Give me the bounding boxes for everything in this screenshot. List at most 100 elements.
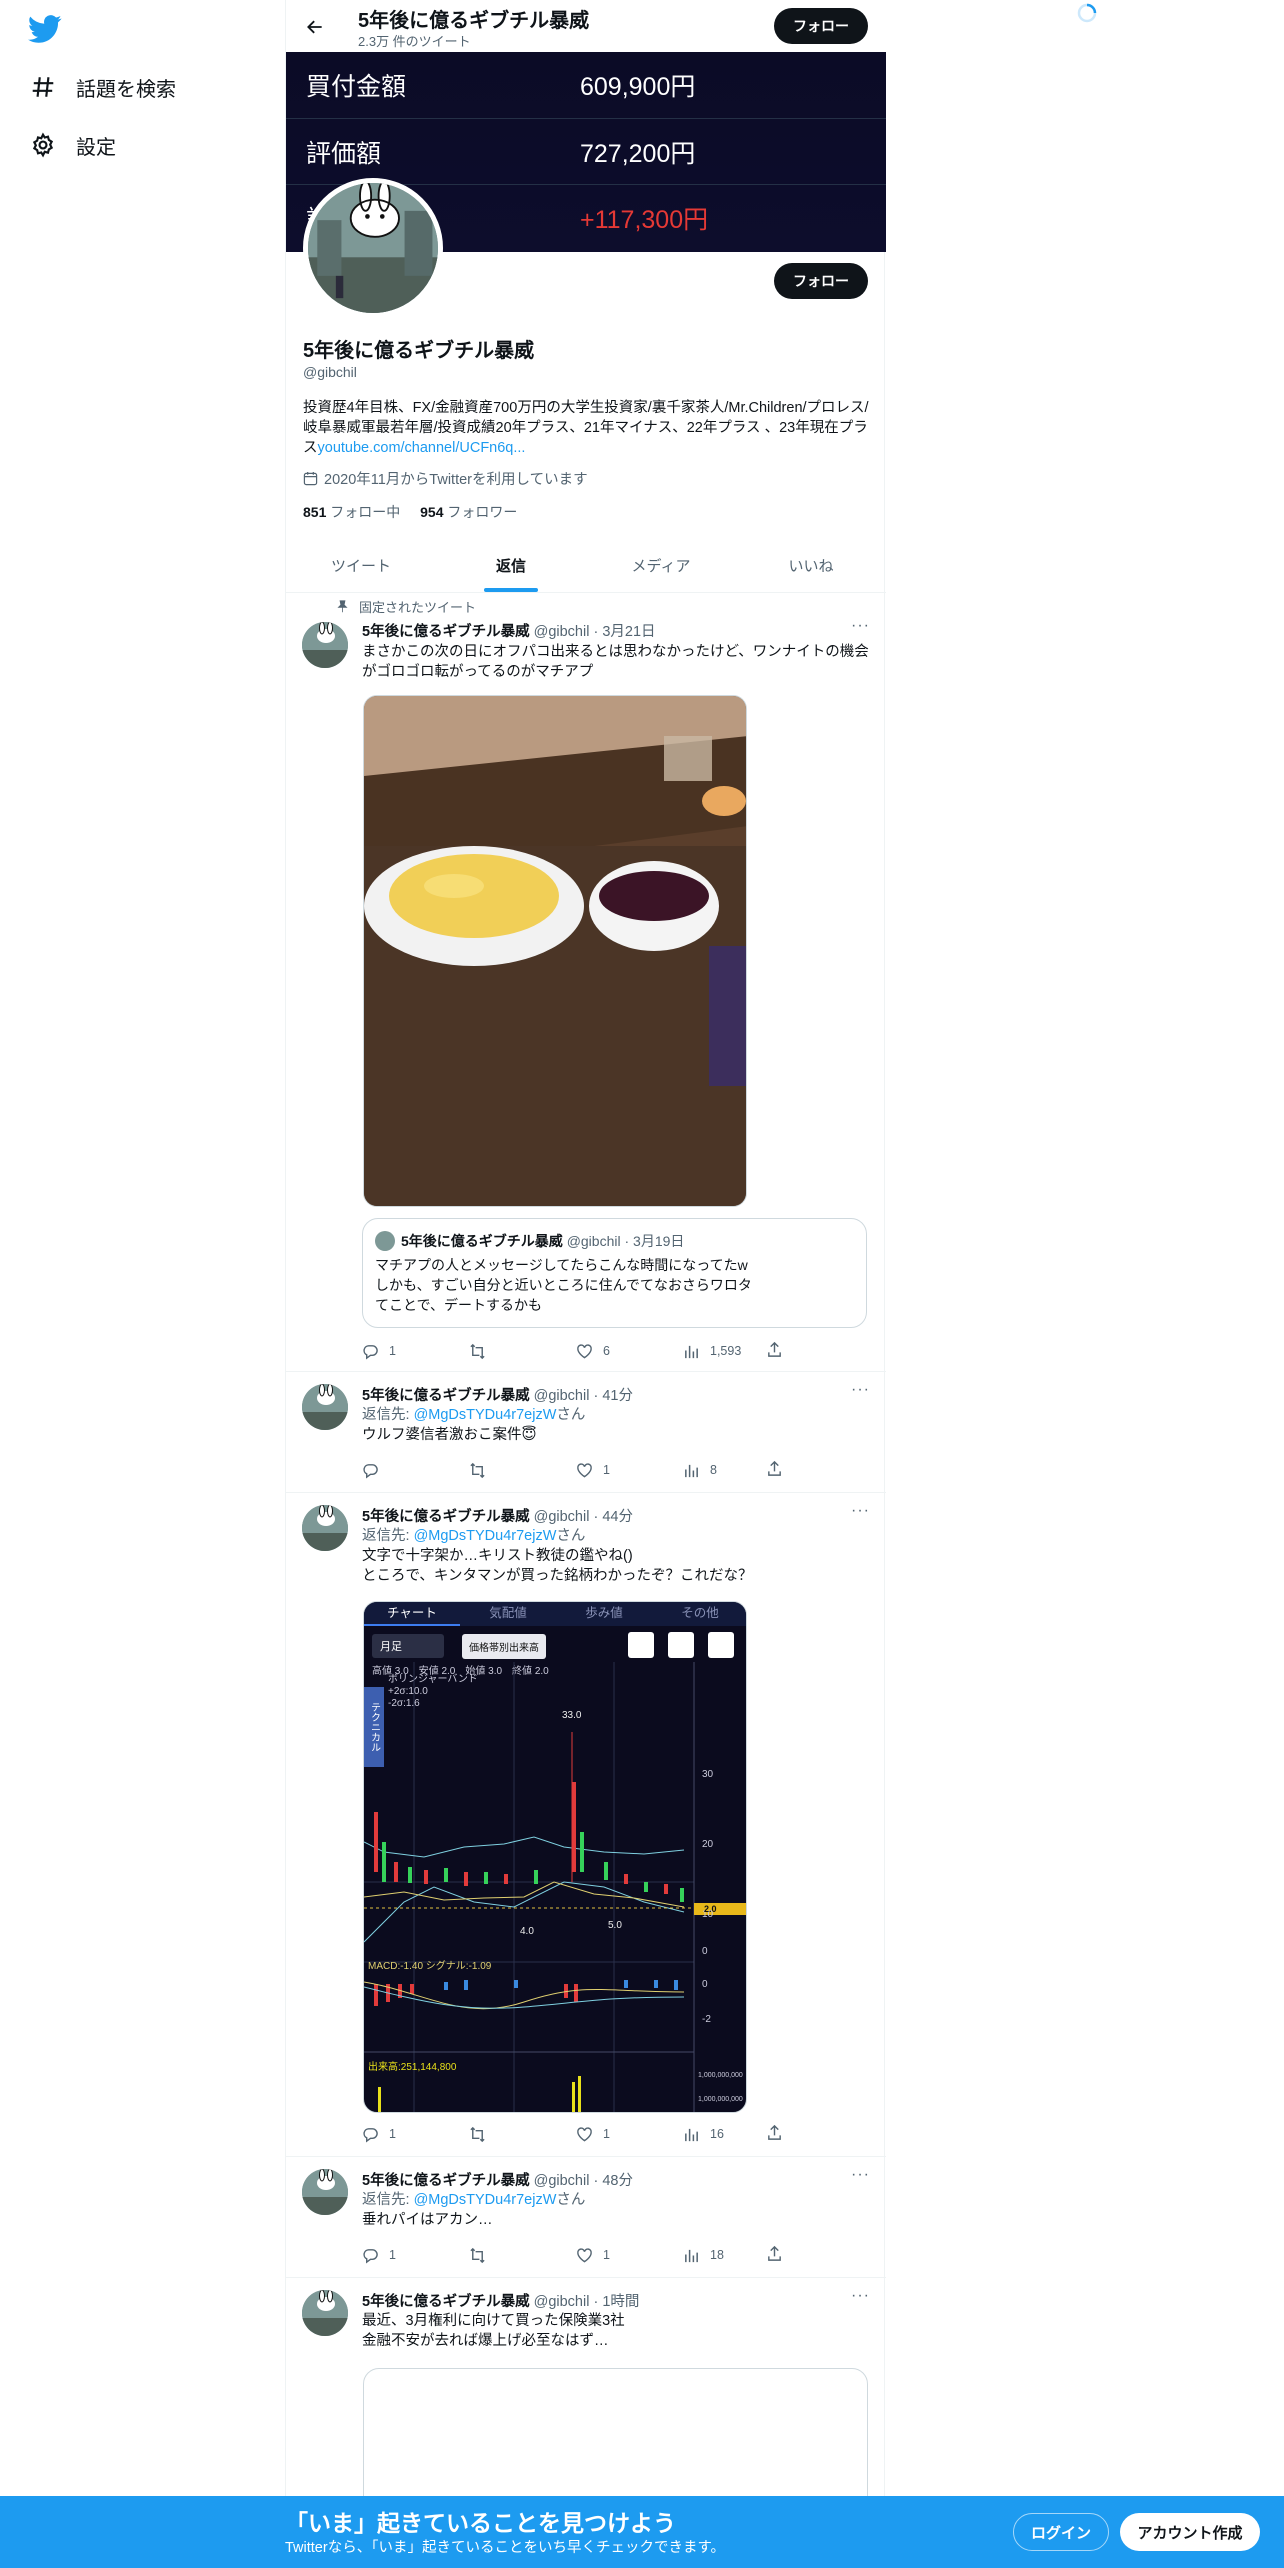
loading-spinner-icon xyxy=(1076,2,1098,24)
banner-row: 買付金額 609,900円 xyxy=(286,52,886,118)
banner-value: 727,200円 xyxy=(580,139,696,168)
profile-name: 5年後に億るギブチル暴威 xyxy=(303,340,535,362)
reply-icon xyxy=(363,2127,378,2143)
stock-chart-image[interactable]: チャート 気配値 歩み値 その他 月足 価格帯別出来高 高値 3.0 安値 2.… xyxy=(363,1601,747,2113)
followers-link[interactable]: 954 フォロワー xyxy=(420,504,517,520)
views-icon xyxy=(685,1464,698,1477)
reply-to-link[interactable]: @MgDsTYDu4r7ejzW xyxy=(414,1528,557,1544)
tweet-author-handle[interactable]: @gibchil xyxy=(534,2173,590,2189)
profile-header-bar: 5年後に億るギブチル暴威 2.3万 件のツイート フォロー xyxy=(286,0,886,52)
retweet-button[interactable] xyxy=(469,1341,576,1361)
tweet-time[interactable]: 48分 xyxy=(602,2173,633,2189)
reply-to-link[interactable]: @MgDsTYDu4r7ejzW xyxy=(414,2192,557,2208)
tweet-item[interactable]: 5年後に億るギブチル暴威 @gibchil · 44分 ··· 返信先: @Mg… xyxy=(286,1493,886,2157)
tweet-time[interactable]: 1時間 xyxy=(602,2294,639,2310)
share-icon[interactable] xyxy=(766,2124,783,2146)
tweet-header: 5年後に億るギブチル暴威 @gibchil · 1時間 xyxy=(362,2294,640,2310)
header-follow-button[interactable]: フォロー xyxy=(774,8,868,44)
more-options-icon[interactable]: ··· xyxy=(851,2287,870,2305)
tweet-actions: 1 1 16 xyxy=(362,2124,792,2144)
chart-macd-label: MACD:-1.40 シグナル:-1.09 xyxy=(368,1961,492,1972)
reply-button[interactable]: 1 xyxy=(362,2245,469,2265)
chart-macd-axis: 0 xyxy=(702,1979,708,1990)
tweet-text: 垂れパイはアカン… xyxy=(362,2212,493,2228)
tweet-time[interactable]: 41分 xyxy=(602,1388,633,1404)
tweet-avatar[interactable] xyxy=(302,1505,348,1551)
quoted-author-name: 5年後に億るギブチル暴威 xyxy=(401,1233,563,1249)
more-options-icon[interactable]: ··· xyxy=(851,2166,870,2184)
tweet-item[interactable]: 5年後に億るギブチル暴威 @gibchil · 41分 ··· 返信先: @Mg… xyxy=(286,1372,886,1493)
following-link[interactable]: 851 フォロー中 xyxy=(303,504,400,520)
retweet-button[interactable] xyxy=(469,2245,576,2265)
share-icon[interactable] xyxy=(766,1341,783,1363)
profile-tabs: ツイート 返信 メディア いいね xyxy=(286,538,886,593)
header-name: 5年後に億るギブチル暴威 xyxy=(358,10,590,32)
chart-tab: チャート xyxy=(364,1602,460,1626)
tweet-photo[interactable] xyxy=(363,695,747,1207)
pinned-indicator: 固定されたツイート xyxy=(336,597,476,616)
more-options-icon[interactable]: ··· xyxy=(851,1381,870,1399)
chart-low-label: 5.0 xyxy=(608,1920,622,1931)
quoted-tweet[interactable]: 5年後に億るギブチル暴威 @gibchil · 3月19日 マチアプの人とメッセ… xyxy=(362,1218,867,1328)
login-button[interactable]: ログイン xyxy=(1013,2513,1109,2551)
retweet-button[interactable] xyxy=(469,2124,576,2144)
tweet-author-handle[interactable]: @gibchil xyxy=(534,2294,590,2310)
following-label: フォロー中 xyxy=(330,504,401,520)
signup-banner-title: 「いま」起きていることを見つけよう xyxy=(285,2510,676,2536)
tweet-author-handle[interactable]: @gibchil xyxy=(534,1388,590,1404)
profile-avatar[interactable] xyxy=(303,178,443,318)
reply-to-link[interactable]: @MgDsTYDu4r7ejzW xyxy=(414,1407,557,1423)
expand-icon xyxy=(628,1632,654,1658)
twitter-logo-icon[interactable] xyxy=(28,12,62,46)
tweet-header: 5年後に億るギブチル暴威 @gibchil · 48分 xyxy=(362,2173,633,2189)
reply-button[interactable]: 1 xyxy=(362,1341,469,1361)
like-button[interactable]: 1 xyxy=(576,1460,683,1480)
tweet-author-name[interactable]: 5年後に億るギブチル暴威 xyxy=(362,2294,530,2310)
like-button[interactable]: 6 xyxy=(576,1341,683,1361)
share-icon[interactable] xyxy=(766,2245,783,2267)
draw-icon xyxy=(708,1632,734,1658)
tweet-time[interactable]: 3月21日 xyxy=(602,624,655,640)
tweet-avatar[interactable] xyxy=(302,622,348,668)
retweet-button[interactable] xyxy=(469,1460,576,1480)
share-icon[interactable] xyxy=(766,1460,783,1482)
like-button[interactable]: 1 xyxy=(576,2124,683,2144)
signup-button[interactable]: アカウント作成 xyxy=(1120,2513,1260,2551)
tweet-item[interactable]: 固定されたツイート 5年後に億るギブチル暴威 @gibchil · 3月21日 … xyxy=(286,593,886,1372)
tweet-item[interactable]: 5年後に億るギブチル暴威 @gibchil · 48分 ··· 返信先: @Mg… xyxy=(286,2157,886,2278)
tweet-author-name[interactable]: 5年後に億るギブチル暴威 xyxy=(362,1388,530,1404)
quoted-avatar xyxy=(375,1231,395,1251)
more-options-icon[interactable]: ··· xyxy=(851,617,870,635)
profile-bio-link[interactable]: youtube.com/channel/UCFn6q... xyxy=(318,440,526,456)
reply-button[interactable] xyxy=(362,1460,469,1480)
tweet-author-name[interactable]: 5年後に億るギブチル暴威 xyxy=(362,1509,530,1525)
followers-label: フォロワー xyxy=(447,504,518,520)
tweet-avatar[interactable] xyxy=(302,2169,348,2215)
more-options-icon[interactable]: ··· xyxy=(851,1502,870,1520)
tab-tweets[interactable]: ツイート xyxy=(286,538,436,592)
tab-replies[interactable]: 返信 xyxy=(436,538,586,592)
profile-follow-button[interactable]: フォロー xyxy=(774,263,868,299)
nav-settings[interactable]: 設定 xyxy=(28,125,116,165)
tweet-header: 5年後に億るギブチル暴威 @gibchil · 41分 xyxy=(362,1388,633,1404)
like-button[interactable]: 1 xyxy=(576,2245,683,2265)
chart-tabs: チャート 気配値 歩み値 その他 xyxy=(364,1602,746,1626)
reply-icon xyxy=(363,1344,378,1360)
tweet-avatar[interactable] xyxy=(302,1384,348,1430)
reply-button[interactable]: 1 xyxy=(362,2124,469,2144)
tweet-time[interactable]: 44分 xyxy=(602,1509,633,1525)
chart-tab: その他 xyxy=(681,1606,719,1620)
tab-likes[interactable]: いいね xyxy=(736,538,886,592)
quoted-author-handle: @gibchil xyxy=(566,1233,621,1249)
tweet-header: 5年後に億るギブチル暴威 @gibchil · 44分 xyxy=(362,1509,633,1525)
tweet-author-handle[interactable]: @gibchil xyxy=(534,1509,590,1525)
tweet-author-name[interactable]: 5年後に億るギブチル暴威 xyxy=(362,2173,530,2189)
tweet-text: ウルフ婆信者激おこ案件😇 xyxy=(362,1427,537,1443)
tab-media[interactable]: メディア xyxy=(586,538,736,592)
back-arrow-icon[interactable] xyxy=(300,12,330,42)
nav-explore[interactable]: 話題を検索 xyxy=(28,67,176,107)
tweet-author-name[interactable]: 5年後に億るギブチル暴威 xyxy=(362,624,530,640)
tweet-author-handle[interactable]: @gibchil xyxy=(534,624,590,640)
gear-icon xyxy=(28,130,58,160)
tweet-avatar[interactable] xyxy=(302,2290,348,2336)
